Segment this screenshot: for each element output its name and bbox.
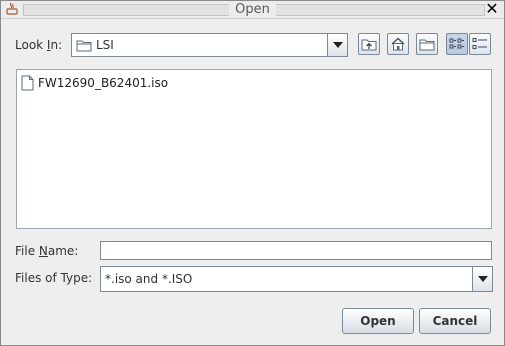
cancel-button[interactable]: Cancel: [419, 308, 491, 334]
details-view-icon: [472, 38, 487, 49]
home-icon: [391, 37, 405, 51]
home-button[interactable]: [387, 33, 409, 55]
look-in-label: Look In:: [15, 38, 63, 52]
list-view-icon: [449, 38, 464, 49]
open-button[interactable]: Open: [342, 308, 414, 334]
folder-icon: [76, 40, 92, 51]
look-in-combo[interactable]: LSI: [71, 33, 348, 57]
list-view-button[interactable]: [446, 33, 468, 55]
open-dialog: Open ✕ Look In: LSI FW12690_B62401.iso F…: [0, 0, 505, 346]
look-in-value: LSI: [76, 38, 114, 52]
title-bar[interactable]: Open ✕: [1, 1, 504, 19]
look-in-dropdown-arrow[interactable]: [327, 34, 347, 56]
file-name-input[interactable]: [100, 241, 492, 260]
file-name-label: File Name:: [15, 244, 79, 258]
new-folder-button[interactable]: [416, 33, 438, 55]
files-of-type-combo[interactable]: *.iso and *.ISO: [100, 266, 493, 292]
list-item[interactable]: FW12690_B62401.iso: [21, 75, 168, 91]
close-icon[interactable]: ✕: [484, 1, 500, 17]
window-title: Open: [1, 2, 504, 17]
files-of-type-dropdown-arrow[interactable]: [472, 267, 492, 291]
file-name-text: FW12690_B62401.iso: [38, 76, 169, 90]
up-one-level-button[interactable]: [358, 33, 380, 55]
up-one-level-icon: [361, 39, 377, 51]
details-view-button[interactable]: [469, 33, 491, 55]
files-of-type-label: Files of Type:: [15, 271, 93, 285]
file-list[interactable]: FW12690_B62401.iso: [16, 69, 492, 229]
file-icon: [21, 75, 34, 91]
chevron-down-icon: [332, 42, 343, 48]
new-folder-icon: [419, 39, 435, 51]
chevron-down-icon: [477, 276, 488, 282]
files-of-type-value: *.iso and *.ISO: [105, 272, 193, 286]
